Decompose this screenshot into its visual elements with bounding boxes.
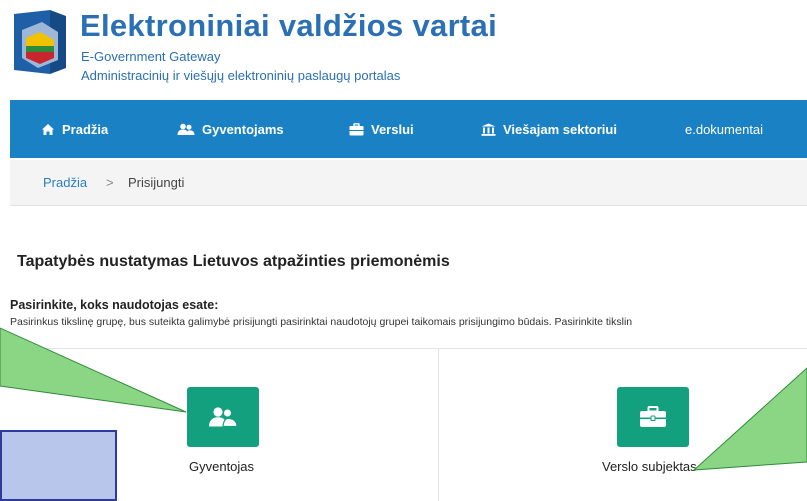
user-type-description: Pasirinkus tikslinę grupę, bus suteikta … [10, 316, 633, 328]
nav-item-label: Viešajam sektoriui [503, 121, 617, 137]
user-type-prompt: Pasirinkite, koks naudotojas esate: [10, 298, 219, 312]
site-header: Elektroniniai valdžios vartai E-Governme… [0, 0, 807, 96]
nav-item-home[interactable]: Pradžia [41, 100, 108, 158]
left-callout-pointer [0, 327, 187, 413]
institution-icon [481, 123, 496, 136]
page-title: Tapatybės nustatymas Lietuvos atpažintie… [17, 253, 450, 270]
home-icon [42, 123, 54, 135]
nav-item-residents[interactable]: Gyventojams [177, 100, 284, 158]
users-icon [209, 407, 238, 428]
nav-item-label: e.dokumentai [685, 121, 764, 137]
site-subtitle-english: E-Government Gateway [81, 49, 221, 64]
breadcrumb: Pradžia > Prisijungti [10, 160, 807, 206]
gateway-coat-of-arms-icon[interactable] [10, 8, 70, 78]
nav-item-public-sector[interactable]: Viešajam sektoriui [481, 100, 617, 158]
nav-item-business[interactable]: Verslui [349, 100, 414, 158]
breadcrumb-current: Prisijungti [128, 175, 185, 190]
briefcase-icon [349, 122, 364, 135]
briefcase-icon [640, 406, 666, 427]
resident-card-label[interactable]: Gyventojas [189, 459, 254, 474]
resident-card-button[interactable] [187, 387, 259, 447]
business-card-button[interactable] [617, 387, 689, 447]
breadcrumb-separator: > [106, 175, 114, 190]
section-divider [10, 348, 807, 349]
right-callout-pointer [692, 367, 807, 471]
annotation-box [0, 430, 117, 501]
nav-item-label: Pradžia [62, 121, 109, 137]
breadcrumb-home-link[interactable]: Pradžia [43, 175, 87, 190]
main-navigation: Pradžia Gyventojams Verslui Viešajam sek… [10, 100, 807, 158]
site-subtitle-lithuanian: Administracinių ir viešųjų elektroninių … [81, 68, 401, 83]
nav-item-label: Gyventojams [202, 121, 284, 137]
business-card-label[interactable]: Verslo subjektas [602, 459, 697, 474]
site-title[interactable]: Elektroniniai valdžios vartai [80, 8, 497, 44]
nav-item-e-documents[interactable]: e.dokumentai [685, 100, 763, 158]
users-icon [177, 123, 195, 135]
nav-item-label: Verslui [371, 121, 414, 137]
card-divider [438, 349, 439, 501]
